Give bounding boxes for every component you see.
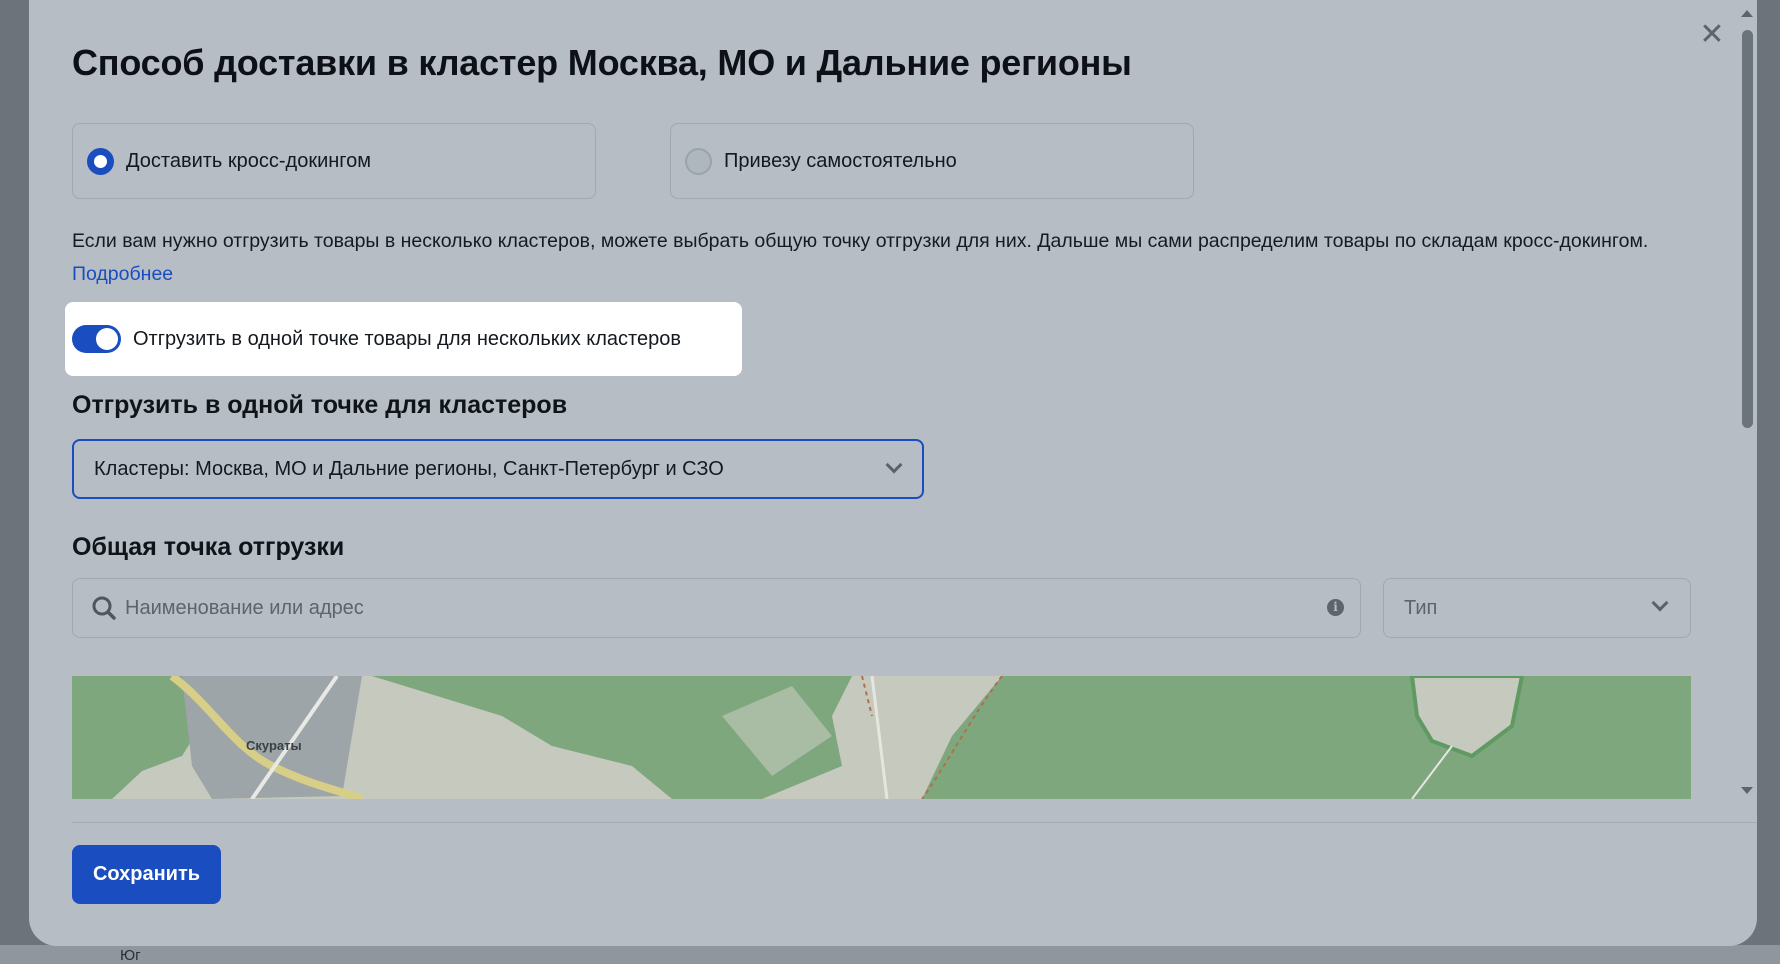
map-canvas bbox=[72, 676, 1691, 799]
description-body: Если вам нужно отгрузить товары в нескол… bbox=[72, 230, 1649, 252]
single-point-toggle[interactable] bbox=[72, 325, 121, 353]
option-self-delivery[interactable]: Привезу самостоятельно bbox=[670, 123, 1194, 199]
clusters-select-value: Кластеры: Москва, МО и Дальние регионы, … bbox=[94, 457, 724, 480]
map-place-label: Скураты bbox=[246, 738, 302, 753]
radio-checked-icon[interactable] bbox=[87, 147, 114, 175]
modal-title: Способ доставки в кластер Москва, МО и Д… bbox=[72, 42, 1132, 83]
close-icon[interactable]: ✕ bbox=[1697, 20, 1727, 50]
option-cross-docking[interactable]: Доставить кросс-докингом bbox=[72, 123, 596, 199]
delivery-method-modal: ✕ Способ доставки в кластер Москва, МО и… bbox=[29, 0, 1757, 946]
clusters-select[interactable]: Кластеры: Москва, МО и Дальние регионы, … bbox=[72, 439, 924, 499]
info-icon[interactable]: i bbox=[1327, 599, 1344, 616]
shipping-point-heading: Общая точка отгрузки bbox=[72, 533, 345, 561]
scroll-up-icon[interactable] bbox=[1741, 10, 1753, 17]
map-view[interactable]: Скураты bbox=[72, 676, 1691, 799]
search-placeholder: Наименование или адрес bbox=[125, 596, 364, 619]
footer-divider bbox=[72, 822, 1757, 823]
option-label: Привезу самостоятельно bbox=[724, 149, 957, 172]
search-icon bbox=[92, 596, 116, 620]
option-label: Доставить кросс-докингом bbox=[126, 149, 372, 172]
radio-unchecked-icon[interactable] bbox=[685, 147, 712, 175]
chevron-down-icon bbox=[885, 456, 903, 474]
toggle-label: Отгрузить в одной точке товары для неско… bbox=[133, 327, 681, 350]
background-text: Юг bbox=[120, 947, 141, 964]
backdrop-page: Юг bbox=[0, 945, 1780, 964]
description-text: Если вам нужно отгрузить товары в нескол… bbox=[72, 225, 1712, 291]
type-select-placeholder: Тип bbox=[1404, 596, 1438, 619]
single-point-toggle-row: Отгрузить в одной точке товары для неско… bbox=[65, 302, 742, 376]
save-button[interactable]: Сохранить bbox=[72, 845, 221, 904]
more-link[interactable]: Подробнее bbox=[72, 263, 173, 285]
clusters-heading: Отгрузить в одной точке для кластеров bbox=[72, 391, 568, 419]
chevron-down-icon bbox=[1651, 594, 1669, 612]
toggle-knob bbox=[96, 328, 118, 350]
type-select[interactable]: Тип bbox=[1383, 578, 1691, 638]
scrollbar-thumb[interactable] bbox=[1742, 30, 1753, 428]
scroll-down-icon[interactable] bbox=[1741, 787, 1753, 794]
shipping-point-search-input[interactable]: Наименование или адрес i bbox=[72, 578, 1361, 638]
modal-scrollbar[interactable] bbox=[1739, 8, 1755, 796]
